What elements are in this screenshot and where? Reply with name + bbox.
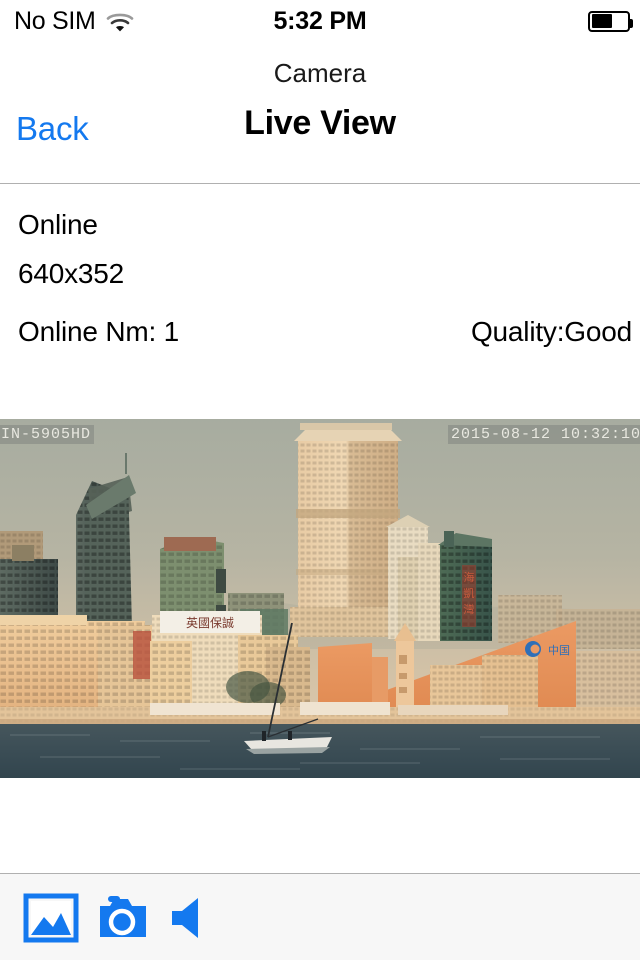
battery-icon bbox=[588, 10, 633, 32]
video-frame: 海 凱 灣 英國保誠 中国 bbox=[0, 419, 640, 778]
camera-name-overlay: IN-5905HD bbox=[0, 425, 95, 444]
status-bar-clock: 5:32 PM bbox=[273, 6, 367, 35]
app-title: Camera bbox=[273, 58, 367, 88]
live-view-screen: No SIM 5:32 PM Camera Back Live View Onl… bbox=[0, 0, 640, 960]
page-title: Live View bbox=[244, 104, 396, 142]
quality-label: Quality:Good bbox=[470, 316, 632, 347]
status-bar: No SIM 5:32 PM bbox=[0, 0, 640, 42]
svg-text:海: 海 bbox=[464, 570, 475, 584]
speaker-icon[interactable] bbox=[166, 889, 208, 947]
camera-icon[interactable] bbox=[94, 889, 152, 947]
online-number-label: Online Nm: 1 bbox=[18, 316, 179, 347]
svg-text:中国: 中国 bbox=[548, 644, 570, 657]
live-video-view[interactable]: 海 凱 灣 英國保誠 中国 IN-5905HD 2015-08-12 10:32… bbox=[0, 419, 640, 778]
svg-text:英國保誠: 英國保誠 bbox=[186, 616, 234, 630]
resolution-label: 640x352 bbox=[18, 258, 125, 289]
navigation-bar: Camera Back Live View bbox=[0, 42, 640, 184]
svg-text:灣: 灣 bbox=[464, 603, 475, 616]
status-bar-right bbox=[588, 0, 633, 42]
svg-text:凱: 凱 bbox=[464, 587, 475, 600]
toolbar-icon-group bbox=[22, 889, 208, 947]
connection-status-label: Online bbox=[18, 209, 98, 240]
photo-gallery-icon[interactable] bbox=[22, 889, 80, 947]
timestamp-overlay: 2015-08-12 10:32:10 bbox=[447, 425, 640, 444]
stream-info-panel: Online 640x352 Online Nm: 1 Quality:Good bbox=[0, 184, 640, 419]
bottom-toolbar: Mute bbox=[0, 873, 640, 960]
